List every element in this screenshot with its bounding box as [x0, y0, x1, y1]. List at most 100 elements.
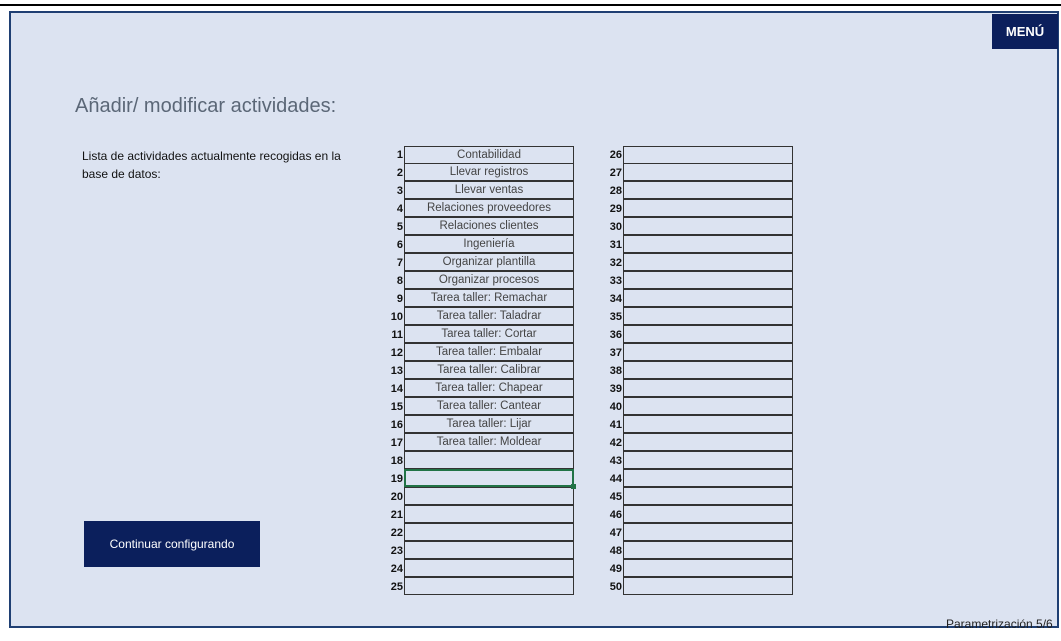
- activity-row: 29: [602, 199, 793, 218]
- activity-cell[interactable]: [623, 325, 793, 343]
- activity-cell[interactable]: [623, 163, 793, 181]
- activity-row: 1 Contabilidad: [383, 146, 574, 164]
- activity-cell[interactable]: [623, 379, 793, 397]
- activity-row: 26: [602, 146, 793, 164]
- activity-cell[interactable]: Tarea taller: Calibrar: [404, 361, 574, 379]
- activity-cell[interactable]: Contabilidad: [404, 146, 574, 164]
- activity-cell[interactable]: [623, 307, 793, 325]
- activity-row: 30: [602, 217, 793, 236]
- row-number: 10: [390, 311, 403, 323]
- row-number: 17: [390, 437, 403, 449]
- row-number: 47: [609, 527, 622, 539]
- activity-cell[interactable]: [623, 559, 793, 577]
- activity-cell[interactable]: [623, 217, 793, 235]
- activity-row: 20: [383, 487, 574, 506]
- activity-cell[interactable]: [623, 361, 793, 379]
- activity-cell[interactable]: Ingeniería: [404, 235, 574, 253]
- activity-row: 16 Tarea taller: Lijar: [383, 415, 574, 434]
- activity-cell[interactable]: Relaciones clientes: [404, 217, 574, 235]
- activity-row: 48: [602, 541, 793, 560]
- activity-cell[interactable]: [623, 415, 793, 433]
- activity-row: 33: [602, 271, 793, 290]
- continue-configuring-button[interactable]: Continuar configurando: [84, 521, 260, 567]
- activity-cell[interactable]: [623, 397, 793, 415]
- activity-cell[interactable]: [623, 199, 793, 217]
- activity-cell[interactable]: Tarea taller: Cortar: [404, 325, 574, 343]
- row-number: 39: [609, 383, 622, 395]
- row-number: 13: [390, 365, 403, 377]
- row-number: 1: [396, 149, 403, 161]
- activity-cell[interactable]: [404, 577, 574, 595]
- activity-cell[interactable]: Tarea taller: Lijar: [404, 415, 574, 433]
- activity-row: 45: [602, 487, 793, 506]
- row-number: 34: [609, 293, 622, 305]
- activity-cell[interactable]: [404, 469, 576, 489]
- activity-cell[interactable]: Llevar registros: [404, 163, 574, 181]
- activity-row: 22: [383, 523, 574, 542]
- activity-cell[interactable]: [623, 253, 793, 271]
- row-number: 28: [609, 185, 622, 197]
- activity-cell[interactable]: [404, 505, 574, 523]
- activity-row: 34: [602, 289, 793, 308]
- activity-cell[interactable]: [404, 523, 574, 541]
- activity-cell[interactable]: [623, 433, 793, 451]
- activity-cell[interactable]: Organizar plantilla: [404, 253, 574, 271]
- activity-cell[interactable]: [623, 487, 793, 505]
- row-number: 23: [390, 545, 403, 557]
- activity-row: 9 Tarea taller: Remachar: [383, 289, 574, 308]
- top-border-line: [0, 4, 1061, 6]
- activity-cell[interactable]: [623, 505, 793, 523]
- activity-cell[interactable]: [623, 271, 793, 289]
- activity-row: 11 Tarea taller: Cortar: [383, 325, 574, 344]
- footer-step-label: Parametrización 5/6: [946, 617, 1053, 631]
- activity-row: 19: [383, 469, 576, 489]
- activity-cell[interactable]: [623, 181, 793, 199]
- activity-cell[interactable]: [404, 451, 574, 469]
- activity-cell[interactable]: Tarea taller: Taladrar: [404, 307, 574, 325]
- activity-cell[interactable]: [623, 146, 793, 164]
- activity-cell[interactable]: Organizar procesos: [404, 271, 574, 289]
- row-number: 45: [609, 491, 622, 503]
- activity-cell[interactable]: Relaciones proveedores: [404, 199, 574, 217]
- row-number: 33: [609, 275, 622, 287]
- activity-row: 25: [383, 577, 574, 596]
- sheet-panel: MENÚ Añadir/ modificar actividades: List…: [9, 11, 1059, 631]
- activity-cell[interactable]: [404, 559, 574, 577]
- activity-row: 12 Tarea taller: Embalar: [383, 343, 574, 362]
- row-number: 3: [396, 185, 403, 197]
- activity-cell[interactable]: [404, 487, 574, 505]
- activity-row: 31: [602, 235, 793, 254]
- activity-cell[interactable]: Tarea taller: Cantear: [404, 397, 574, 415]
- activity-cell[interactable]: [623, 343, 793, 361]
- activity-cell[interactable]: [623, 469, 793, 487]
- activity-cell[interactable]: [623, 235, 793, 253]
- activity-cell[interactable]: [404, 541, 574, 559]
- activity-row: 43: [602, 451, 793, 470]
- activity-cell[interactable]: Tarea taller: Embalar: [404, 343, 574, 361]
- activity-cell[interactable]: Tarea taller: Remachar: [404, 289, 574, 307]
- activity-cell[interactable]: Tarea taller: Chapear: [404, 379, 574, 397]
- page-title: Añadir/ modificar actividades:: [75, 95, 337, 117]
- activity-row: 3 Llevar ventas: [383, 181, 574, 200]
- activity-row: 35: [602, 307, 793, 326]
- activity-row: 15 Tarea taller: Cantear: [383, 397, 574, 416]
- activity-cell[interactable]: Llevar ventas: [404, 181, 574, 199]
- activity-row: 47: [602, 523, 793, 542]
- activity-cell[interactable]: [623, 523, 793, 541]
- row-number: 43: [609, 455, 622, 467]
- row-number: 37: [609, 347, 622, 359]
- row-number: 38: [609, 365, 622, 377]
- activity-cell[interactable]: [623, 289, 793, 307]
- activity-cell[interactable]: [623, 541, 793, 559]
- menu-button[interactable]: MENÚ: [992, 14, 1058, 49]
- row-number: 16: [390, 419, 403, 431]
- row-number: 12: [390, 347, 403, 359]
- activity-cell[interactable]: [623, 577, 793, 595]
- activity-cell[interactable]: Tarea taller: Moldear: [404, 433, 574, 451]
- row-number: 29: [609, 203, 622, 215]
- activity-cell[interactable]: [623, 451, 793, 469]
- activity-row: 2 Llevar registros: [383, 163, 574, 182]
- row-number: 11: [391, 329, 403, 341]
- row-number: 15: [390, 401, 403, 413]
- row-number: 50: [609, 581, 622, 593]
